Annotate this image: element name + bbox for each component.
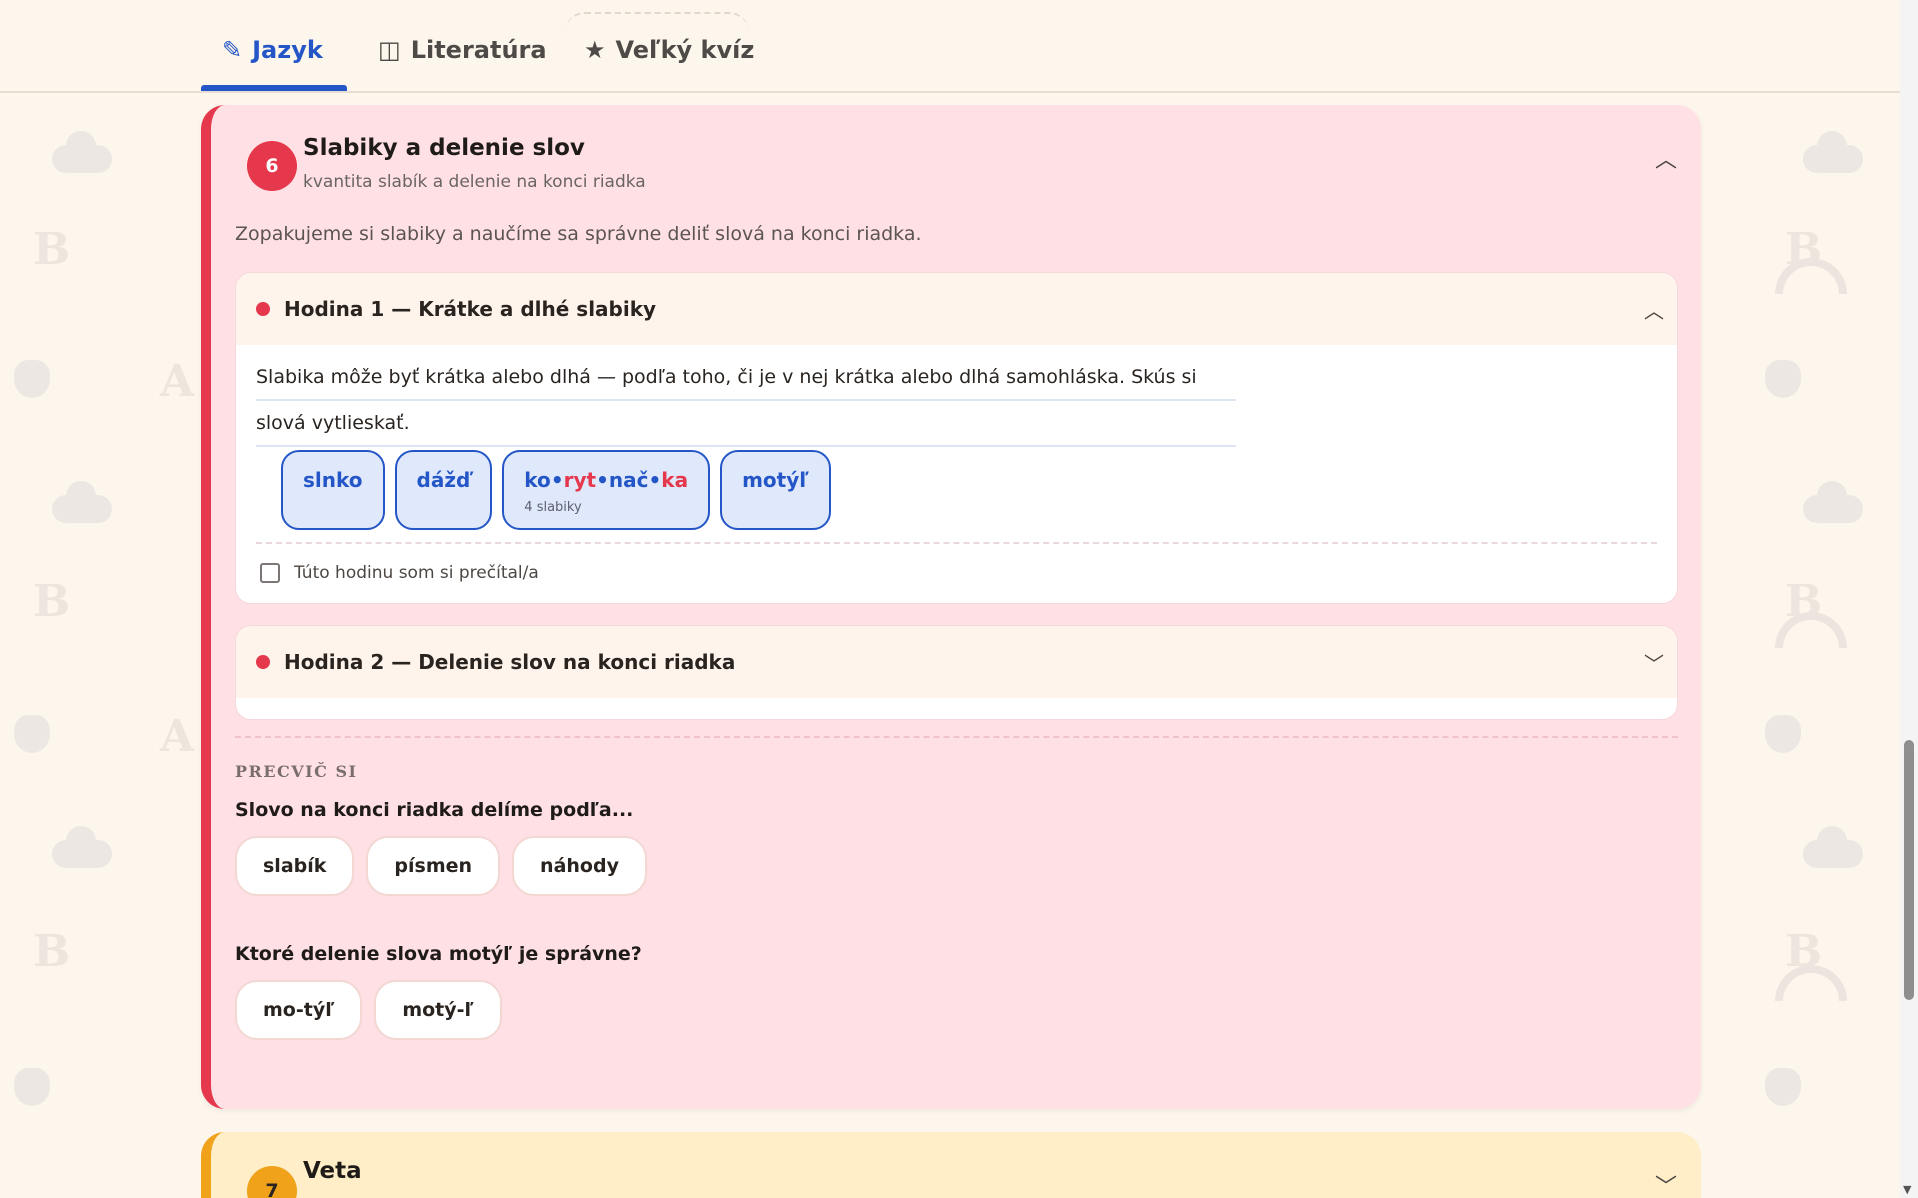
answer-option[interactable]: motý-ľ xyxy=(374,980,502,1040)
lesson-description: Zopakujeme si slabiky a naučíme sa správ… xyxy=(235,223,922,245)
status-dot xyxy=(256,655,270,669)
answer-options: slabík písmen náhody xyxy=(235,836,647,896)
tab-jazyk[interactable]: ✎ Jazyk xyxy=(222,30,323,70)
hour-text: Slabika môže byť krátka alebo dlhá — pod… xyxy=(256,355,1236,447)
syllabified-word: ko•ryt•nač•ka xyxy=(524,468,688,492)
hour-panel-1: Hodina 1 — Krátke a dlhé slabiky ︿ Slabi… xyxy=(235,272,1678,604)
tab-velky-kviz[interactable]: ★ Veľký kvíz xyxy=(584,30,754,70)
lesson-card-6: 6 Slabiky a delenie slov kvantita slabík… xyxy=(201,105,1701,1109)
lesson-title: Slabiky a delenie slov xyxy=(303,135,585,161)
word-chip[interactable]: motýľ xyxy=(720,450,831,530)
word-label: dážď xyxy=(416,468,471,492)
pencil-icon: ✎ xyxy=(222,36,243,64)
hour-header-2[interactable]: Hodina 2 — Delenie slov na konci riadka … xyxy=(236,626,1677,698)
syllable: nač xyxy=(608,468,649,492)
word-chip[interactable]: slnko xyxy=(281,450,385,530)
syllable: ko xyxy=(524,468,551,492)
answer-option[interactable]: slabík xyxy=(235,836,355,896)
lesson-subtitle: kvantita slabík a delenie na konci riadk… xyxy=(303,172,646,192)
scroll-down-arrow-icon[interactable]: ▼ xyxy=(1903,1183,1911,1196)
practice-divider xyxy=(235,736,1678,738)
page-scrollbar[interactable]: ▼ xyxy=(1900,0,1918,1198)
syllable-separator: • xyxy=(648,468,662,492)
lesson-number-badge: 7 xyxy=(247,1166,297,1198)
chevron-down-icon[interactable]: ﹀ xyxy=(1655,1174,1677,1198)
collapse-lesson-button[interactable]: ︿ xyxy=(1655,147,1677,173)
subject-tabs: ✎ Jazyk ◫ Literatúra ★ Veľký kvíz xyxy=(0,0,1900,93)
lesson-title: Veta xyxy=(303,1158,362,1184)
syllable-count: 4 slabiky xyxy=(524,500,582,515)
practice-label: PRECVIČ SI xyxy=(235,762,358,781)
hour-panel-2: Hodina 2 — Delenie slov na konci riadka … xyxy=(235,625,1678,720)
lesson-card-7[interactable]: 7 Veta ﹀ xyxy=(201,1132,1701,1198)
syllable-separator: • xyxy=(550,468,564,492)
word-chip[interactable]: dážď xyxy=(394,450,493,530)
word-label: motýľ xyxy=(742,468,809,492)
lesson-number-badge: 6 xyxy=(247,141,297,191)
chevron-up-icon: ︿ xyxy=(1655,148,1678,173)
syllable: ryt xyxy=(563,468,597,492)
star-icon: ★ xyxy=(584,36,606,64)
read-confirmation[interactable]: Túto hodinu som si prečítal/a xyxy=(260,563,539,583)
word-label: slnko xyxy=(303,468,363,492)
tab-label: Veľký kvíz xyxy=(615,36,755,64)
hour-text-line: slová vytlieskať. xyxy=(256,401,1236,447)
syllable: ka xyxy=(661,468,689,492)
syllable-separator: • xyxy=(596,468,609,492)
hour-header-1[interactable]: Hodina 1 — Krátke a dlhé slabiky ︿ xyxy=(236,273,1677,345)
tab-label: Jazyk xyxy=(252,36,323,64)
word-chip-syllables[interactable]: ko•ryt•nač•ka 4 slabiky xyxy=(502,450,711,530)
book-icon: ◫ xyxy=(378,36,401,64)
practice-question: Ktoré delenie slova motýľ je správne? xyxy=(235,943,642,965)
answer-option[interactable]: písmen xyxy=(366,836,501,896)
read-checkbox[interactable] xyxy=(260,563,280,583)
tab-literatura[interactable]: ◫ Literatúra xyxy=(378,30,547,70)
answer-option[interactable]: náhody xyxy=(512,836,647,896)
hour-text-line: Slabika môže byť krátka alebo dlhá — pod… xyxy=(256,355,1236,401)
chevron-down-icon[interactable]: ﹀ xyxy=(1643,651,1665,676)
active-tab-indicator xyxy=(201,85,347,91)
word-chips: slnko dážď ko•ryt•nač•ka 4 slabiky motýľ xyxy=(281,450,831,530)
status-dot xyxy=(256,302,270,316)
answer-option[interactable]: mo-týľ xyxy=(235,980,363,1040)
tab-decoration xyxy=(565,12,749,32)
answer-options: mo-týľ motý-ľ xyxy=(235,980,502,1040)
hour-title: Hodina 2 — Delenie slov na konci riadka xyxy=(284,650,736,674)
chevron-up-icon[interactable]: ︿ xyxy=(1643,298,1665,323)
practice-question: Slovo na konci riadka delíme podľa... xyxy=(235,799,634,821)
divider xyxy=(256,542,1657,544)
read-label: Túto hodinu som si prečítal/a xyxy=(294,563,539,583)
tab-label: Literatúra xyxy=(410,36,547,64)
hour-title: Hodina 1 — Krátke a dlhé slabiky xyxy=(284,297,657,321)
scrollbar-thumb[interactable] xyxy=(1904,740,1914,1000)
